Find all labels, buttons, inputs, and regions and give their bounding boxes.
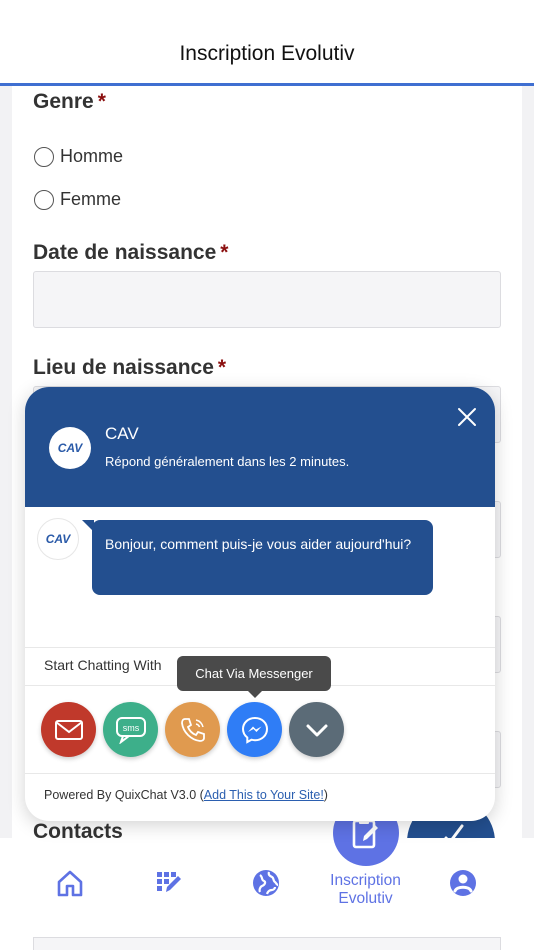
messenger-icon [241, 716, 268, 744]
genre-label: Genre * [33, 90, 106, 113]
globe-icon[interactable] [251, 868, 281, 898]
form-input[interactable] [33, 937, 501, 950]
start-chatting-label: Start Chatting With [44, 657, 162, 673]
chat-widget: CAV CAV Répond généralement dans les 2 m… [25, 387, 495, 821]
date-naissance-label: Date de naissance * [33, 241, 229, 264]
phone-icon [180, 717, 205, 742]
radio-circle[interactable] [34, 146, 54, 167]
user-profile-icon[interactable] [448, 868, 478, 898]
chat-agent-name: CAV [105, 424, 139, 443]
powered-by: Powered By QuixChat V3.0 (Add This to Yo… [44, 788, 328, 802]
home-icon[interactable] [55, 868, 85, 898]
nav-inscription-label[interactable]: Inscription Evolutiv [318, 872, 413, 908]
cav-logo: CAV [49, 427, 91, 469]
top-app-bar: Inscription Evolutiv [0, 0, 534, 86]
chat-message-bubble: Bonjour, comment puis-je vous aider aujo… [82, 520, 433, 595]
chat-header: CAV CAV Répond généralement dans les 2 m… [25, 387, 495, 507]
lieu-naissance-label: Lieu de naissance * [33, 356, 227, 379]
edit-grid-icon[interactable] [154, 868, 184, 898]
bottom-nav: Inscription Evolutiv [0, 800, 534, 950]
sms-channel-button[interactable]: sms [103, 702, 158, 757]
radio-homme[interactable]: Homme [34, 146, 123, 167]
messenger-channel-button[interactable] [227, 702, 282, 757]
divider [25, 773, 495, 774]
email-channel-button[interactable] [41, 702, 96, 757]
page-title: Inscription Evolutiv [179, 42, 355, 65]
date-naissance-input[interactable] [33, 271, 501, 328]
more-channels-button[interactable] [289, 702, 344, 757]
radio-circle[interactable] [34, 189, 54, 210]
required-mark: * [97, 90, 106, 113]
required-mark: * [220, 241, 229, 264]
phone-channel-button[interactable] [165, 702, 220, 757]
cav-logo: CAV [37, 518, 79, 560]
chevron-down-icon [306, 724, 327, 736]
radio-label-femme: Femme [60, 189, 122, 209]
divider [25, 647, 495, 648]
close-icon[interactable] [455, 405, 479, 429]
required-mark: * [217, 356, 227, 379]
svg-text:sms: sms [122, 723, 139, 733]
gmail-icon [54, 719, 83, 740]
messenger-tooltip: Chat Via Messenger [177, 656, 331, 698]
chat-response-time: Répond généralement dans les 2 minutes. [105, 454, 350, 469]
clipboard-edit-icon [352, 818, 378, 849]
radio-femme[interactable]: Femme [34, 189, 121, 210]
radio-label-homme: Homme [60, 146, 124, 166]
sms-icon: sms [115, 716, 146, 744]
add-to-site-link[interactable]: Add This to Your Site! [204, 788, 324, 802]
